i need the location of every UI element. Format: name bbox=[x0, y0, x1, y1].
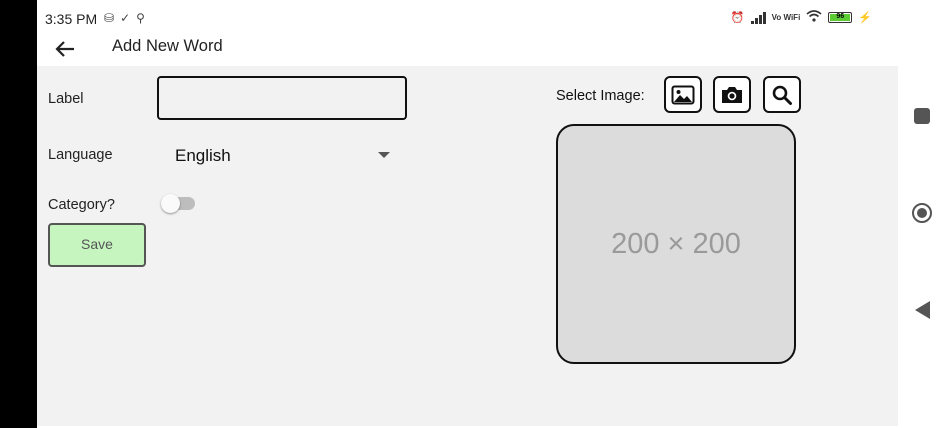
left-black-bar bbox=[0, 0, 37, 428]
category-field-label: Category? bbox=[48, 197, 115, 213]
sim-icon: ⛁ bbox=[104, 11, 121, 25]
category-toggle[interactable] bbox=[161, 194, 197, 214]
save-button[interactable]: Save bbox=[48, 223, 146, 267]
battery-icon: 96 bbox=[828, 12, 853, 23]
image-placeholder-text: 200 × 200 bbox=[611, 227, 741, 260]
system-nav-bar bbox=[898, 0, 950, 428]
arrow-left-icon bbox=[55, 41, 74, 57]
charging-icon: ⚡ bbox=[858, 12, 872, 24]
home-circle-icon[interactable] bbox=[912, 203, 932, 223]
alarm-icon: ⏰ bbox=[730, 12, 745, 24]
location-icon: ⚲ bbox=[136, 11, 151, 25]
back-button[interactable] bbox=[55, 40, 75, 62]
image-preview: 200 × 200 bbox=[556, 124, 796, 364]
page-title: Add New Word bbox=[112, 37, 223, 55]
language-selected-value: English bbox=[175, 146, 231, 165]
status-right-icons: ⏰ Vo WiFi 96 ⚡ bbox=[731, 10, 872, 25]
search-icon bbox=[772, 85, 792, 105]
dropdown-arrow-icon bbox=[378, 152, 390, 158]
vowifi-label: Vo WiFi bbox=[771, 12, 801, 22]
app-bar: Add New Word bbox=[37, 28, 898, 66]
camera-button[interactable] bbox=[713, 76, 751, 113]
recents-square-icon[interactable] bbox=[914, 108, 930, 124]
search-button[interactable] bbox=[763, 76, 801, 113]
toggle-thumb bbox=[161, 194, 180, 213]
label-field-label: Label bbox=[48, 91, 84, 107]
gallery-button[interactable] bbox=[664, 76, 702, 113]
language-field-label: Language bbox=[48, 147, 113, 163]
camera-icon bbox=[722, 86, 742, 103]
battery-level: 96 bbox=[830, 13, 851, 21]
status-left-icons: ⛁✓⚲ bbox=[104, 11, 151, 25]
signal-icon bbox=[750, 11, 766, 24]
wifi-icon bbox=[806, 10, 822, 25]
label-input[interactable] bbox=[157, 76, 407, 120]
check-icon: ✓ bbox=[120, 11, 137, 25]
form-content: Label Language English Category? Save Se… bbox=[37, 66, 898, 426]
language-dropdown[interactable]: English bbox=[167, 138, 392, 172]
select-image-label: Select Image: bbox=[556, 88, 645, 104]
back-triangle-icon[interactable] bbox=[915, 301, 930, 319]
gallery-icon bbox=[671, 85, 695, 104]
status-time: 3:35 PM bbox=[45, 11, 98, 27]
